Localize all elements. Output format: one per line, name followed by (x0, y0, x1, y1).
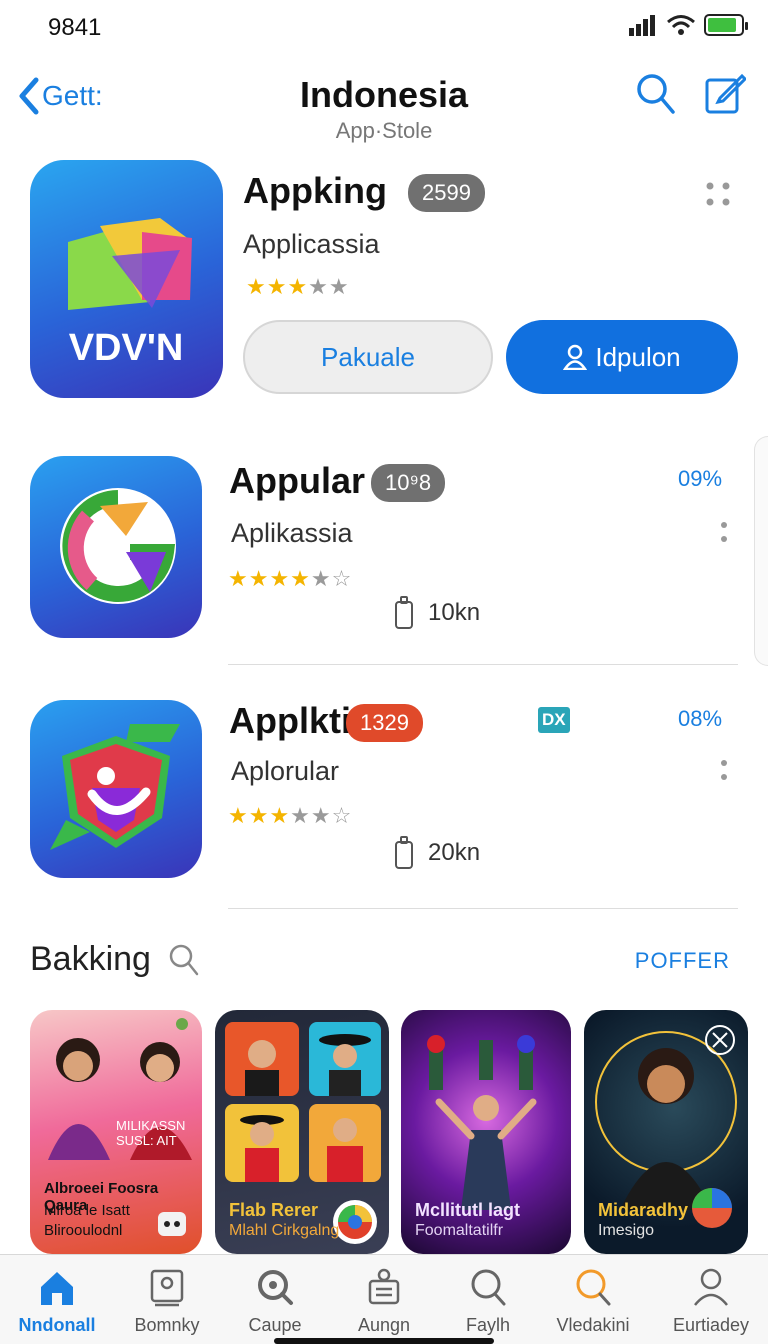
tab-bomnky[interactable]: Bomnky (112, 1265, 222, 1336)
compose-icon (705, 73, 748, 114)
more-dots-icon (706, 182, 730, 206)
more-button[interactable] (720, 760, 728, 788)
tab-home[interactable]: Nndonall (2, 1265, 112, 1336)
primary-action-button[interactable]: Idpulon (506, 320, 738, 394)
app-downloads: 20kn (394, 836, 480, 870)
search-icon (637, 74, 675, 114)
tab-label: Eurtiadey (672, 1315, 750, 1335)
divider (228, 908, 738, 909)
search-orange-icon (576, 1269, 611, 1306)
featured-more-button[interactable] (704, 182, 734, 213)
promo-card[interactable]: Flab Rerer Mlahl Cirkgalng (215, 1010, 389, 1254)
app-name[interactable]: Appular (229, 460, 365, 502)
tab-label: Caupe (248, 1315, 302, 1335)
card-subtitle: Foomaltatilfr (415, 1222, 504, 1239)
promo-card[interactable]: Midaradhy Imesigo (584, 1010, 748, 1254)
battery-icon (704, 14, 748, 36)
card-subtitle: Imesigo (598, 1222, 655, 1239)
status-icons (628, 14, 748, 36)
app-icon[interactable] (30, 456, 202, 638)
card-title: Mcllitutl lagt (415, 1200, 520, 1220)
downloads-count: 20kn (428, 839, 481, 866)
nav-bar: Gett: Indonesia App·Stole (0, 60, 768, 156)
app-subtitle: Aplikassia (231, 518, 353, 548)
card-subtitle: Mlroa le Isatt (44, 1202, 130, 1219)
search-button[interactable] (636, 72, 676, 121)
primary-action-label: Idpulon (595, 341, 681, 372)
tab-vledakini[interactable]: Vledakini (538, 1265, 648, 1336)
section-title: Bakking (30, 940, 199, 979)
downloads-count: 10kn (428, 599, 481, 626)
tab-label: Faylh (465, 1315, 510, 1335)
tab-label: Vledakini (556, 1315, 630, 1335)
status-bar: 9841 (0, 0, 768, 56)
promo-card[interactable]: MILIKASSN SUSL: AIT Albroeei Foosra Qaur… (30, 1010, 202, 1254)
tab-label: Aungn (357, 1315, 411, 1335)
section-title-text: Bakking (30, 940, 151, 978)
featured-logo-icon: VDV'N (68, 218, 192, 369)
person-icon (563, 344, 588, 370)
secondary-action-button[interactable]: Pakuale (243, 320, 493, 394)
app-icon[interactable] (30, 700, 202, 878)
tab-caupe[interactable]: Caupe (220, 1265, 330, 1336)
home-indicator (274, 1338, 494, 1344)
tab-eurtiadey[interactable]: Eurtiadey (656, 1265, 766, 1336)
more-dot-icon (721, 774, 727, 780)
featured-rating: ★★★★★ (246, 274, 350, 299)
person-icon (694, 1268, 728, 1306)
featured-icon-text: VDV'N (69, 327, 184, 369)
frame-icon (150, 1269, 184, 1307)
tab-label: Nndonall (18, 1315, 96, 1335)
featured-app-icon[interactable]: VDV'N (30, 160, 223, 398)
tab-label: Bomnky (134, 1315, 200, 1335)
card-subtitle: Mlahl Cirkgalng (229, 1222, 340, 1239)
search-zoom-icon (258, 1270, 293, 1305)
edge-handle[interactable] (754, 436, 768, 666)
shield-logo-icon (50, 724, 180, 850)
app-subtitle: Aplorular (231, 756, 340, 786)
home-icon (41, 1272, 73, 1305)
g-logo-icon (60, 488, 176, 604)
compose-button[interactable] (704, 72, 748, 121)
wifi-icon (667, 15, 695, 35)
section-link[interactable]: POFFER (635, 948, 730, 974)
card-caption: Blirooulodnl (44, 1222, 123, 1239)
app-rating: ★★★★★☆ (228, 566, 353, 591)
box-icon (368, 1268, 400, 1305)
tab-bar: Nndonall Bomnky Caupe Aungn Faylh Vledak… (0, 1254, 768, 1344)
robot-icon (158, 1212, 186, 1236)
card-title: Flab Rerer (229, 1200, 319, 1220)
app-tag: DX (538, 707, 570, 733)
tab-faylh[interactable]: Faylh (433, 1265, 543, 1336)
phone-icon (395, 596, 413, 629)
card-title: Midaradhy (598, 1200, 689, 1220)
search-icon (471, 1269, 506, 1306)
app-downloads: 10kn (394, 596, 480, 630)
more-button[interactable] (720, 522, 728, 550)
app-badge: 1329 (346, 704, 423, 742)
app-percent: 09% (678, 466, 723, 491)
status-time: 9841 (48, 14, 102, 41)
app-rating: ★★★★★☆ (228, 803, 353, 828)
promo-card[interactable]: Mcllitutl lagt Foomaltatilfr (401, 1010, 571, 1254)
more-dot-icon (721, 536, 727, 542)
divider (228, 664, 738, 665)
app-badge: 10⁹8 (371, 464, 446, 502)
tab-aungn[interactable]: Aungn (329, 1265, 439, 1336)
more-dot-icon (721, 522, 727, 528)
card-overlay-text: MILIKASSN SUSL: AIT (116, 1118, 186, 1148)
app-name[interactable]: Applkti (229, 700, 351, 742)
featured-badge: 2599 (408, 174, 485, 212)
phone-icon (395, 836, 413, 869)
signal-icon (629, 15, 655, 36)
page-subtitle: App·Stole (335, 118, 433, 143)
featured-app-name[interactable]: Appking (243, 170, 387, 212)
featured-subtitle: Applicassia (243, 229, 380, 259)
app-percent: 08% (678, 706, 723, 731)
search-icon[interactable] (169, 944, 199, 976)
more-dot-icon (721, 760, 727, 766)
